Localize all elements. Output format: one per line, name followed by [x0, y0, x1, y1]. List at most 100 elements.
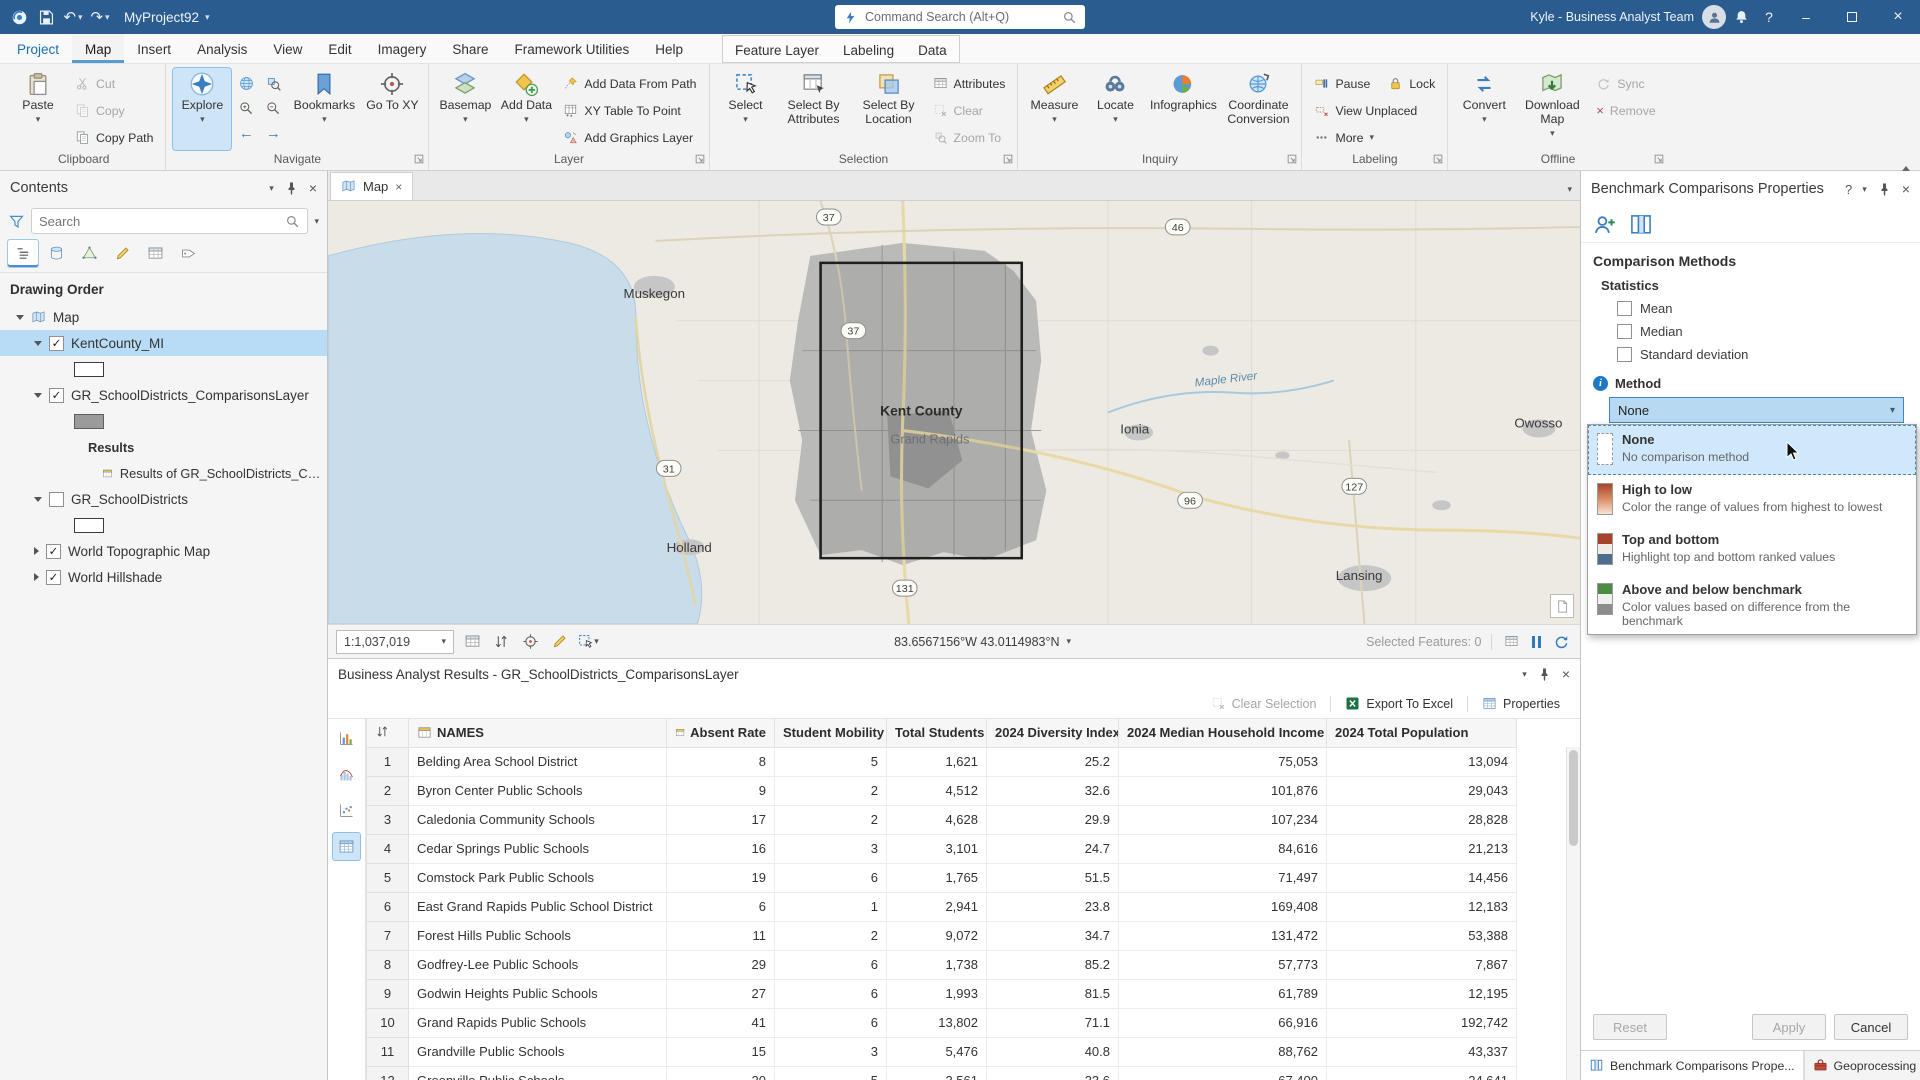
help-icon[interactable]: ? [1756, 3, 1782, 31]
table-row[interactable]: 7Forest Hills Public Schools1129,07234.7… [367, 921, 1517, 950]
bookmarks-button[interactable]: Bookmarks▾ [288, 68, 360, 150]
view-unplaced-button[interactable]: View Unplaced [1309, 98, 1440, 123]
contents-close-icon[interactable]: × [309, 180, 317, 196]
panel-pin-icon[interactable] [1877, 182, 1892, 197]
zoom-to-selection-button[interactable] [261, 71, 285, 95]
tab-list-chevron-icon[interactable]: ▾ [1559, 185, 1580, 200]
offline-dialog-launcher-icon[interactable] [1653, 153, 1665, 165]
tab-edit[interactable]: Edit [315, 34, 364, 63]
map-overflow-button[interactable] [1550, 594, 1574, 618]
locate-button[interactable]: Locate▾ [1086, 68, 1144, 150]
table-row[interactable]: 9Godwin Heights Public Schools2761,99381… [367, 979, 1517, 1008]
filter-funnel-icon[interactable] [8, 213, 25, 230]
copy-button[interactable]: Copy [70, 98, 158, 123]
grid-toggle-icon[interactable] [490, 631, 512, 653]
results-close-icon[interactable]: × [1562, 666, 1570, 682]
method-combobox[interactable]: None ▾ [1609, 397, 1904, 423]
column-header-median-household-income[interactable]: 2024 Median Household Income [1119, 719, 1327, 747]
coordinate-conversion-button[interactable]: Coordinate Conversion [1222, 68, 1294, 150]
column-header-absent-rate[interactable]: Absent Rate [667, 719, 775, 747]
refresh-map-icon[interactable] [1550, 631, 1572, 653]
close-button[interactable]: × [1876, 0, 1920, 34]
scatter-view-icon[interactable] [333, 797, 360, 824]
symbol-patch-gray[interactable] [74, 414, 104, 429]
convert-button[interactable]: Convert▾ [1455, 68, 1513, 150]
tree-item-comparisonslayer[interactable]: ✓ GR_SchoolDistricts_ComparisonsLayer [0, 382, 327, 408]
view-snapping-icon[interactable] [140, 240, 170, 267]
map-tab-close-icon[interactable]: × [395, 180, 402, 194]
method-option-above-below-benchmark[interactable]: Above and below benchmark Color values b… [1588, 575, 1916, 634]
go-to-xy-button[interactable]: Go To XY [363, 68, 421, 150]
select-by-attributes-button[interactable]: Select By Attributes [778, 68, 850, 150]
cancel-button[interactable]: Cancel [1834, 1014, 1908, 1040]
table-row[interactable]: 1Belding Area School District851,62125.2… [367, 747, 1517, 776]
tab-analysis[interactable]: Analysis [184, 34, 260, 63]
contents-search-options-chevron-icon[interactable]: ▾ [314, 217, 319, 226]
results-pin-icon[interactable] [1537, 667, 1552, 682]
scale-select[interactable]: 1:1,037,019▾ [336, 630, 454, 654]
inquiry-dialog-launcher-icon[interactable] [1286, 153, 1298, 165]
tree-item-topographic[interactable]: ✓ World Topographic Map [0, 538, 327, 564]
expander-icon[interactable] [34, 573, 39, 581]
apply-button[interactable]: Apply [1752, 1014, 1826, 1040]
basemap-button[interactable]: Basemap▾ [436, 68, 494, 150]
expander-icon[interactable] [34, 497, 42, 502]
undo-button[interactable]: ↶▾ [60, 3, 86, 31]
panel-close-icon[interactable]: × [1902, 181, 1910, 197]
add-data-button[interactable]: Add Data▾ [497, 68, 555, 150]
zoom-to-selection-ribbon-button[interactable]: Zoom To [928, 125, 1011, 150]
download-map-button[interactable]: Download Map▾ [1516, 68, 1588, 150]
tree-item-results[interactable]: Results of GR_SchoolDistricts_Comparison… [0, 460, 327, 486]
layer-dialog-launcher-icon[interactable] [694, 153, 706, 165]
contents-search-icon[interactable] [285, 214, 300, 229]
select-tool-icon[interactable]: ▾ [577, 631, 599, 653]
clear-selection-button[interactable]: Clear Selection [1203, 693, 1325, 714]
tree-symbol-kentcounty[interactable] [0, 356, 327, 382]
tree-symbol-comparisonslayer[interactable] [0, 408, 327, 434]
pause-labeling-button[interactable]: Pause [1309, 71, 1375, 96]
table-row[interactable]: 12Greenville Public Schools2053,56133.66… [367, 1066, 1517, 1080]
standard-deviation-checkbox[interactable] [1617, 347, 1632, 362]
table-row[interactable]: 4Cedar Springs Public Schools1633,10124.… [367, 834, 1517, 863]
median-checkbox-row[interactable]: Median [1617, 324, 1908, 339]
expander-icon[interactable] [34, 393, 42, 398]
fixed-zoom-in-button[interactable] [234, 96, 258, 120]
map-view[interactable]: 37 46 31 37 96 127 131 Muskegon Kent Cou… [328, 201, 1580, 624]
full-extent-button[interactable] [234, 71, 258, 95]
sync-button[interactable]: Sync [1591, 71, 1660, 96]
contents-menu-chevron-icon[interactable]: ▾ [269, 184, 274, 193]
cut-button[interactable]: Cut [70, 71, 158, 96]
histogram-view-icon[interactable] [333, 761, 360, 788]
collapse-ribbon-icon[interactable] [1902, 151, 1910, 166]
map-canvas[interactable]: 37 46 31 37 96 127 131 Muskegon Kent Cou… [328, 201, 1580, 624]
symbol-patch-outline[interactable] [74, 362, 104, 377]
next-extent-button[interactable]: → [261, 121, 285, 145]
map-view-tab[interactable]: Map × [330, 172, 413, 200]
clear-selection-button[interactable]: Clear [928, 98, 1011, 123]
tab-framework-utilities[interactable]: Framework Utilities [501, 34, 642, 63]
column-header-total-population[interactable]: 2024 Total Population [1327, 719, 1517, 747]
dock-tab-benchmark[interactable]: Benchmark Comparisons Prope... [1581, 1051, 1804, 1080]
layer-checkbox-checked[interactable]: ✓ [46, 570, 61, 585]
layer-checkbox-checked[interactable]: ✓ [49, 336, 64, 351]
crosshair-tool-icon[interactable] [519, 631, 541, 653]
expander-icon[interactable] [34, 341, 42, 346]
tree-item-hillshade[interactable]: ✓ World Hillshade [0, 564, 327, 590]
column-header-total-students[interactable]: Total Students [887, 719, 987, 747]
table-view-icon[interactable] [333, 833, 360, 860]
view-labeling-icon[interactable] [173, 240, 203, 267]
chart-view-icon[interactable] [333, 725, 360, 752]
copy-path-button[interactable]: Copy Path [70, 125, 158, 150]
tab-project[interactable]: Project [4, 34, 72, 63]
mean-checkbox-row[interactable]: Mean [1617, 301, 1908, 316]
tree-symbol-schooldistricts[interactable] [0, 512, 327, 538]
table-row[interactable]: 5Comstock Park Public Schools1961,76551.… [367, 863, 1517, 892]
table-row[interactable]: 11Grandville Public Schools1535,47640.88… [367, 1037, 1517, 1066]
export-to-excel-button[interactable]: Export To Excel [1337, 693, 1461, 714]
layer-checkbox-unchecked[interactable] [49, 492, 64, 507]
lock-labels-button[interactable]: Lock [1383, 71, 1440, 96]
method-option-none[interactable]: None No comparison method [1588, 425, 1916, 475]
explore-button[interactable]: Explore▾ [173, 68, 231, 150]
coordinates-readout[interactable]: 83.6567156°W 43.0114983°N▾ [894, 635, 1071, 649]
edit-tool-icon[interactable] [548, 631, 570, 653]
